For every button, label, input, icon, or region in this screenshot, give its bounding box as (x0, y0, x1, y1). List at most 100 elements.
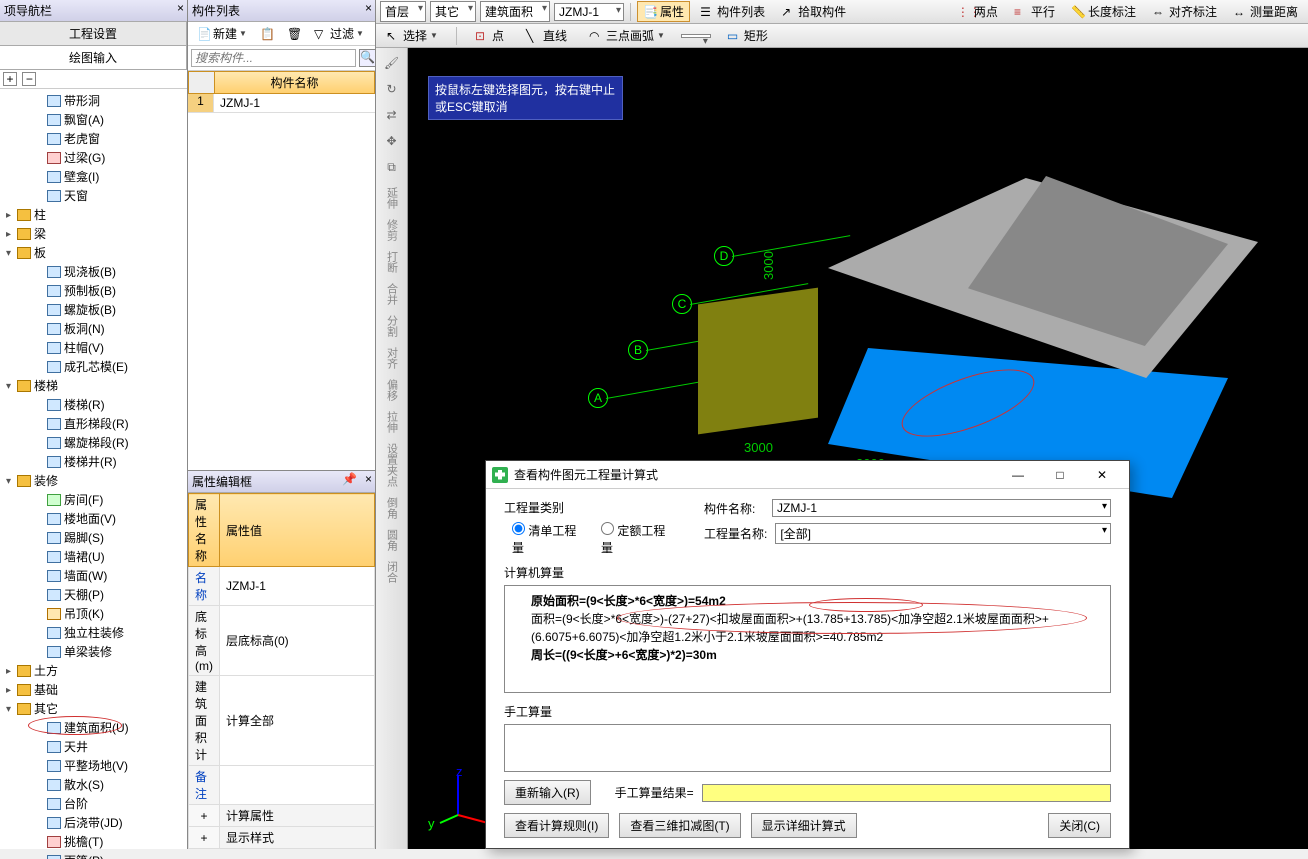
show-detail-button[interactable]: 显示详细计算式 (751, 813, 857, 838)
measure-button[interactable]: ↔测量距离 (1227, 1, 1304, 22)
view-3d-deduct-button[interactable]: 查看三维扣减图(T) (619, 813, 740, 838)
tree-node[interactable]: ▸柱 (0, 205, 187, 224)
toggle-icon[interactable]: ▾ (6, 248, 15, 257)
minimize-button[interactable]: — (997, 462, 1039, 488)
tree-node[interactable]: 天棚(P) (0, 585, 187, 604)
tree-node[interactable]: ▸土方 (0, 661, 187, 680)
tree-node[interactable]: 壁龛(I) (0, 167, 187, 186)
arc-option-combo[interactable] (681, 34, 711, 38)
object-combo[interactable]: JZMJ-1 (554, 3, 624, 21)
tree-node[interactable]: 老虎窗 (0, 129, 187, 148)
tree-node[interactable]: 散水(S) (0, 775, 187, 794)
vtool-延伸[interactable]: 延伸 (380, 182, 404, 214)
table-row[interactable]: 建筑面积计计算全部 (189, 676, 375, 766)
vtool-设置夹点[interactable]: 设置夹点 (380, 438, 404, 492)
toggle-icon[interactable]: ▸ (6, 229, 15, 238)
tree-node[interactable]: 独立柱装修 (0, 623, 187, 642)
table-row[interactable]: 1 JZMJ-1 (188, 94, 375, 113)
rect-button[interactable]: ▭矩形 (721, 25, 774, 46)
mirror-tool[interactable]: ⇄ (380, 104, 404, 126)
tree-node[interactable]: 楼梯(R) (0, 395, 187, 414)
tree-node[interactable]: 螺旋梯段(R) (0, 433, 187, 452)
manual-calc-box[interactable] (504, 724, 1111, 772)
expand-display-style[interactable]: +显示样式 (189, 827, 375, 849)
tree-node[interactable]: 雨篷(P) (0, 851, 187, 859)
table-row[interactable]: 底标高(m)层底标高(0) (189, 606, 375, 676)
component-name-select[interactable]: JZMJ-1 (772, 499, 1111, 517)
tree-node[interactable]: 过梁(G) (0, 148, 187, 167)
tree-node[interactable]: 天井 (0, 737, 187, 756)
point-button[interactable]: ⊡点 (469, 25, 510, 46)
toggle-icon[interactable]: ▸ (6, 685, 15, 694)
toggle-icon[interactable]: ▾ (6, 476, 15, 485)
select-button[interactable]: ↖选择▼ (380, 25, 444, 46)
dialog-titlebar[interactable]: 查看构件图元工程量计算式 — □ ✕ (486, 461, 1129, 489)
toggle-icon[interactable]: ▸ (6, 666, 15, 675)
copy-button[interactable]: 📋 (255, 26, 279, 42)
close-button[interactable]: ✕ (1081, 462, 1123, 488)
arc-button[interactable]: ◠三点画弧▼ (583, 25, 671, 46)
manual-result-input[interactable] (702, 784, 1111, 802)
tab-project-settings[interactable]: 工程设置 (0, 22, 187, 45)
tree-node[interactable]: 楼梯井(R) (0, 452, 187, 471)
length-dim-button[interactable]: 📏长度标注 (1065, 1, 1142, 22)
expand-calc-props[interactable]: +计算属性 (189, 805, 375, 827)
tree-node[interactable]: 螺旋板(B) (0, 300, 187, 319)
align-dim-button[interactable]: ⇔对齐标注 (1146, 1, 1223, 22)
search-input[interactable] (191, 49, 356, 67)
copy-tool[interactable]: ⧉ (380, 156, 404, 178)
qty-name-select[interactable]: [全部] (775, 523, 1111, 544)
tree-node[interactable]: 后浇带(JD) (0, 813, 187, 832)
tree-node[interactable]: 建筑面积(U) (0, 718, 187, 737)
tree-node[interactable]: 现浇板(B) (0, 262, 187, 281)
tree-node[interactable]: 墙面(W) (0, 566, 187, 585)
parallel-button[interactable]: ≡平行 (1008, 1, 1061, 22)
tree-node[interactable]: 成孔芯模(E) (0, 357, 187, 376)
tree-node[interactable]: 挑檐(T) (0, 832, 187, 851)
radio-quota-qty[interactable]: 定额工程量 (601, 522, 676, 556)
vtool-闭合[interactable]: 闭合 (380, 556, 404, 588)
attributes-button[interactable]: 📑属性 (637, 1, 690, 22)
new-button[interactable]: 📄新建▼ (192, 24, 252, 43)
rotate-tool[interactable]: ↻ (380, 78, 404, 100)
filter-button[interactable]: ▽过滤▼ (309, 24, 369, 43)
component-list-button[interactable]: ☰构件列表 (694, 1, 771, 22)
tree-node[interactable]: 房间(F) (0, 490, 187, 509)
tree-node[interactable]: 吊顶(K) (0, 604, 187, 623)
vtool-分割[interactable]: 分割 (380, 310, 404, 342)
vtool-拉伸[interactable]: 拉伸 (380, 406, 404, 438)
tree-node[interactable]: ▾板 (0, 243, 187, 262)
tree-node[interactable]: 台阶 (0, 794, 187, 813)
tree-node[interactable]: 踢脚(S) (0, 528, 187, 547)
toggle-icon[interactable]: ▸ (6, 210, 15, 219)
move-tool[interactable]: ✥ (380, 130, 404, 152)
vtool-合并[interactable]: 合并 (380, 278, 404, 310)
radio-list-qty[interactable]: 清单工程量 (512, 522, 587, 556)
table-row[interactable]: 名称JZMJ-1 (189, 567, 375, 606)
nav-tree[interactable]: 带形洞飘窗(A)老虎窗过梁(G)壁龛(I)天窗▸柱▸梁▾板现浇板(B)预制板(B… (0, 89, 187, 859)
close-icon[interactable]: × (365, 1, 372, 15)
tree-node[interactable]: 飘窗(A) (0, 110, 187, 129)
delete-button[interactable]: 🗑 (282, 26, 306, 42)
vtool-打断[interactable]: 打断 (380, 246, 404, 278)
floor-combo[interactable]: 首层 (380, 1, 426, 22)
tree-node[interactable]: ▾其它 (0, 699, 187, 718)
category-combo[interactable]: 其它 (430, 1, 476, 22)
search-button[interactable]: 🔍 (359, 49, 376, 67)
vtool-偏移[interactable]: 偏移 (380, 374, 404, 406)
tree-node[interactable]: 板洞(N) (0, 319, 187, 338)
tree-node[interactable]: 天窗 (0, 186, 187, 205)
type-combo[interactable]: 建筑面积 (480, 1, 550, 22)
calc-result-box[interactable]: 原始面积=(9<长度>*6<宽度>)=54m2 面积=(9<长度>*6<宽度>)… (504, 585, 1111, 693)
tree-node[interactable]: 带形洞 (0, 91, 187, 110)
vtool-对齐[interactable]: 对齐 (380, 342, 404, 374)
tree-node[interactable]: ▾楼梯 (0, 376, 187, 395)
expand-all-button[interactable]: + (3, 72, 17, 86)
maximize-button[interactable]: □ (1039, 462, 1081, 488)
close-icon[interactable]: × (365, 472, 372, 486)
tree-node[interactable]: 直形梯段(R) (0, 414, 187, 433)
brush-tool[interactable]: 🖌 (380, 52, 404, 74)
tree-node[interactable]: 墙裙(U) (0, 547, 187, 566)
table-row[interactable]: 备注 (189, 766, 375, 805)
tree-node[interactable]: 平整场地(V) (0, 756, 187, 775)
